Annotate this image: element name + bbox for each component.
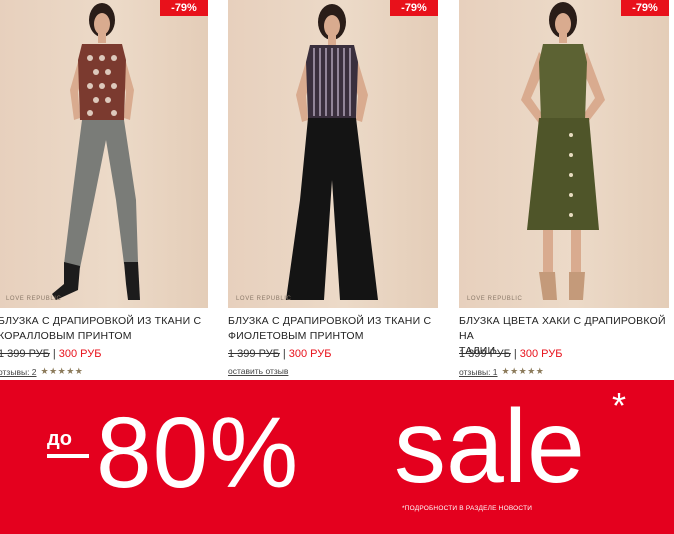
reviews-link[interactable]: отзывы: 1 (459, 367, 498, 377)
brand-watermark: LOVE REPUBLIC (236, 296, 292, 302)
product-name[interactable]: БЛУЗКА С ДРАПИРОВКОЙ ИЗ ТКАНИ С КОРАЛЛОВ… (0, 314, 208, 344)
old-price: 1 399 РУБ (459, 348, 511, 360)
brand-watermark: LOVE REPUBLIC (6, 296, 62, 302)
old-price: 1 399 РУБ (228, 348, 280, 360)
banner-prefix: до (47, 428, 72, 450)
product-card[interactable]: -79% LOVE REPUBLIC БЛУЗКА С ДРАПИРОВКОЙ … (228, 0, 438, 380)
product-photo[interactable]: -79% LOVE REPUBLIC (0, 0, 208, 308)
model-figure (286, 4, 378, 300)
model-figure (52, 3, 140, 300)
product-name-line: БЛУЗКА ЦВЕТА ХАКИ С ДРАПИРОВКОЙ НА (459, 315, 666, 342)
discount-badge: -79% (621, 0, 669, 16)
price-row: 1 399 РУБ | 300 РУБ (459, 348, 669, 364)
price-row: 1 399 РУБ | 300 РУБ (0, 348, 208, 364)
product-name-line: БЛУЗКА С ДРАПИРОВКОЙ ИЗ ТКАНИ С (0, 315, 202, 327)
sale-price: 300 РУБ (519, 348, 563, 360)
price-separator: | (52, 348, 56, 360)
product-card[interactable]: -79% LOVE REPUBLIC БЛУЗКА С ДРАПИРОВКОЙ … (0, 0, 208, 380)
discount-badge: -79% (390, 0, 438, 16)
discount-badge: -79% (160, 0, 208, 16)
price-separator: | (282, 348, 286, 360)
banner-asterisk: * (612, 385, 627, 426)
product-name-line: ФИОЛЕТОВЫМ ПРИНТОМ (228, 330, 364, 342)
old-price: 1 399 РУБ (0, 348, 50, 360)
leave-review-link[interactable]: оставить отзыв (228, 366, 288, 376)
product-photo[interactable]: -79% LOVE REPUBLIC (228, 0, 438, 308)
sale-price: 300 РУБ (58, 348, 102, 360)
sale-price: 300 РУБ (288, 348, 332, 360)
product-card[interactable]: -79% LOVE REPUBLIC БЛУЗКА ЦВЕТА ХАКИ С Д… (459, 0, 669, 380)
reviews-row: оставить отзыв (228, 366, 438, 376)
rating-stars-icon: ★★★★★ (501, 366, 545, 376)
product-name[interactable]: БЛУЗКА ЦВЕТА ХАКИ С ДРАПИРОВКОЙ НА ТАЛИИ (459, 314, 669, 357)
rating-stars-icon: ★★★★★ (40, 366, 84, 376)
product-photo[interactable]: -79% LOVE REPUBLIC (459, 0, 669, 308)
reviews-link[interactable]: отзывы: 2 (0, 367, 37, 377)
model-figure (521, 2, 605, 300)
reviews-row: отзывы: 2 ★★★★★ (0, 366, 208, 377)
product-name-line: КОРАЛЛОВЫМ ПРИНТОМ (0, 330, 132, 342)
banner-sale-word: sale (394, 389, 585, 505)
banner-dash (47, 454, 89, 458)
product-name[interactable]: БЛУЗКА С ДРАПИРОВКОЙ ИЗ ТКАНИ С ФИОЛЕТОВ… (228, 314, 438, 344)
product-name-line: БЛУЗКА С ДРАПИРОВКОЙ ИЗ ТКАНИ С (228, 315, 432, 327)
banner-footnote: *ПОДРОБНОСТИ В РАЗДЕЛЕ НОВОСТИ (402, 505, 533, 512)
price-separator: | (513, 348, 517, 360)
brand-watermark: LOVE REPUBLIC (467, 296, 523, 302)
reviews-row: отзывы: 1 ★★★★★ (459, 366, 669, 377)
banner-percent: 80% (96, 397, 300, 509)
price-row: 1 399 РУБ | 300 РУБ (228, 348, 438, 364)
